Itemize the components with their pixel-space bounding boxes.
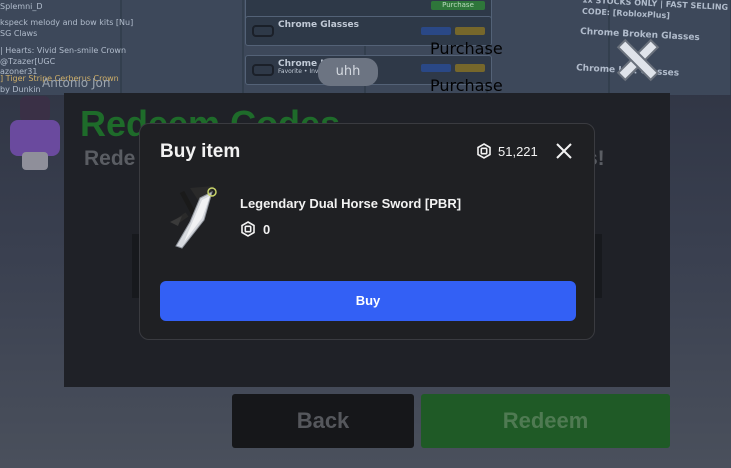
item-thumbnail <box>160 182 232 254</box>
buy-item-modal: Buy item 51,221 Legendary Dual Horse Swo… <box>139 123 595 340</box>
close-icon <box>556 143 572 159</box>
chat-bubble: uhh <box>318 58 378 86</box>
chat-line: | Hearts: Vivid Sen-smile Crown <box>0 46 127 55</box>
buy-button[interactable]: Buy <box>160 281 576 321</box>
close-button[interactable] <box>553 140 575 162</box>
chat-line: by Dunkin <box>0 85 41 94</box>
glasses-icon <box>252 64 274 76</box>
robux-icon <box>476 143 492 159</box>
sword-thumbnail <box>170 186 217 249</box>
chat-line: @Tzazer[UGC <box>0 57 56 66</box>
redeem-button: Redeem <box>421 394 670 448</box>
item-price: 0 <box>240 221 270 237</box>
chat-line: SG Claws <box>0 29 38 38</box>
game-scene: Purchase Chrome Glasses Purchase Chrome … <box>0 0 731 468</box>
item-name: Legendary Dual Horse Sword [PBR] <box>240 196 462 211</box>
player-name: Antonio Jon <box>42 76 111 90</box>
player-avatar <box>6 96 62 170</box>
robux-balance: 51,221 <box>476 141 538 161</box>
try-button <box>421 64 451 72</box>
robux-icon <box>240 221 256 237</box>
close-x-sign <box>616 38 660 82</box>
purchase-button-top: Purchase <box>431 1 485 10</box>
glasses-icon <box>252 25 274 37</box>
chat-line: kspeck melody and bow kits [Nu] <box>0 18 134 27</box>
redeem-subtitle: Rede <box>84 147 136 170</box>
modal-title: Buy item <box>160 141 241 162</box>
chat-line: Splemni_D <box>0 2 43 11</box>
shop-item-sub: Favorite • Inv <box>278 68 319 75</box>
balance-amount: 51,221 <box>498 143 538 159</box>
try-button <box>421 27 451 35</box>
shop-item-name: Chrome Glasses <box>278 20 359 30</box>
code-sign: CODE: [RobloxPlus] <box>581 6 671 21</box>
try-on-button <box>455 64 485 72</box>
try-on-button <box>455 27 485 35</box>
price-amount: 0 <box>263 221 271 237</box>
back-button: Back <box>232 394 414 448</box>
